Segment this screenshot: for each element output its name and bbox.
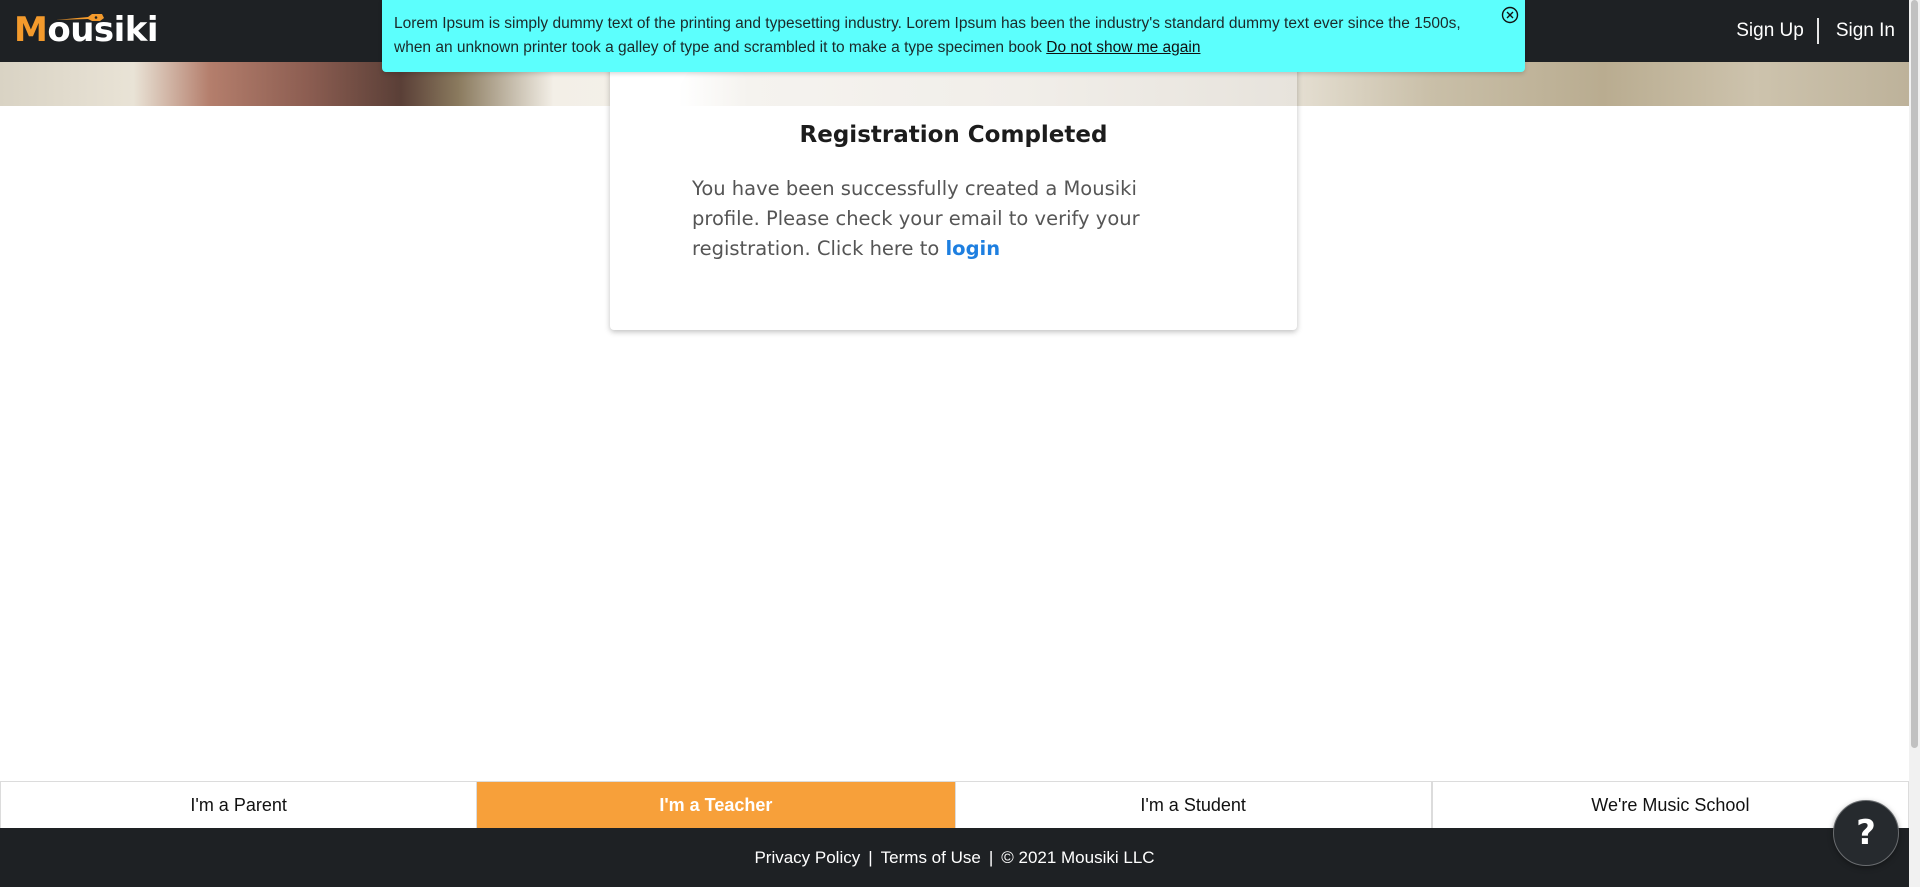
banner-message: Lorem Ipsum is simply dummy text of the … <box>394 12 1499 60</box>
tab-teacher[interactable]: I'm a Teacher <box>477 782 955 829</box>
login-link[interactable]: login <box>946 237 1001 260</box>
registration-card: Registration Completed You have been suc… <box>610 62 1297 330</box>
tab-parent[interactable]: I'm a Parent <box>0 782 478 829</box>
close-circle-icon[interactable] <box>1501 6 1519 24</box>
mousiki-logo[interactable]: Mousiki <box>14 8 159 52</box>
sign-in-link[interactable]: Sign In <box>1836 20 1895 42</box>
page-scrollbar[interactable] <box>1909 0 1920 887</box>
do-not-show-again-link[interactable]: Do not show me again <box>1046 39 1200 56</box>
auth-nav: Sign Up Sign In <box>1736 0 1895 62</box>
card-message-text: You have been successfully created a Mou… <box>692 177 1140 260</box>
help-icon: ? <box>1856 813 1876 853</box>
footer: Privacy Policy | Terms of Use | © 2021 M… <box>0 828 1909 887</box>
footer-divider: | <box>988 847 994 867</box>
terms-of-use-link[interactable]: Terms of Use <box>881 848 981 868</box>
footer-divider: | <box>868 847 873 867</box>
tab-student[interactable]: I'm a Student <box>954 782 1432 829</box>
privacy-policy-link[interactable]: Privacy Policy <box>754 848 860 868</box>
role-tabs: I'm a Parent I'm a Teacher I'm a Student… <box>0 781 1909 829</box>
banner-message-text: Lorem Ipsum is simply dummy text of the … <box>394 15 1461 56</box>
scrollbar-thumb[interactable] <box>1911 0 1918 748</box>
copyright-text: © 2021 Mousiki LLC <box>1001 847 1155 867</box>
card-title: Registration Completed <box>799 122 1108 148</box>
nav-divider <box>1816 18 1819 44</box>
card-message: You have been successfully created a Mou… <box>692 174 1192 264</box>
guitar-icon <box>56 14 104 21</box>
help-button[interactable]: ? <box>1833 800 1899 866</box>
logo-letter-m: M <box>14 10 48 50</box>
notification-banner: Lorem Ipsum is simply dummy text of the … <box>382 0 1525 72</box>
sign-up-link[interactable]: Sign Up <box>1736 20 1804 42</box>
